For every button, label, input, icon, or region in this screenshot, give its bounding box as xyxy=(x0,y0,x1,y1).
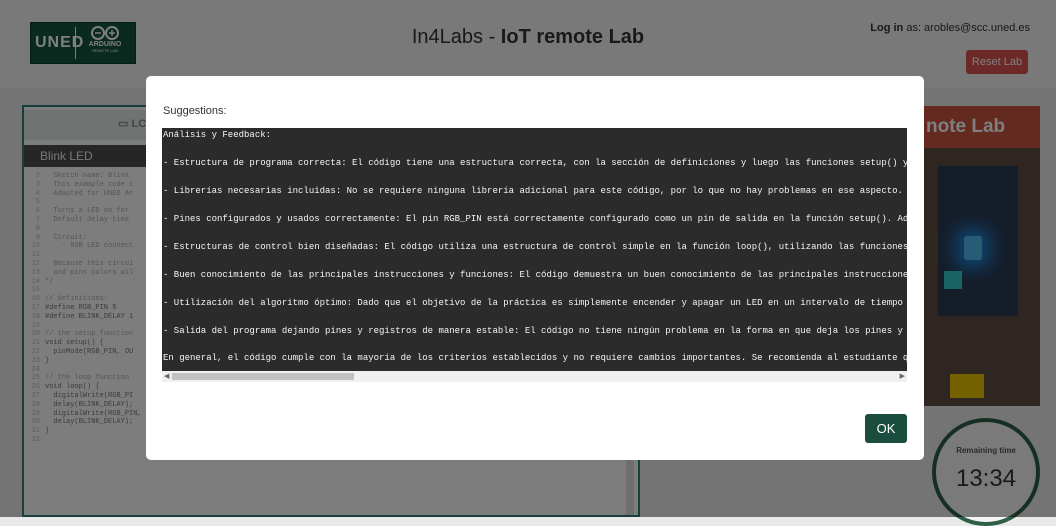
suggestions-output[interactable]: Análisis y Feedback: - Estructura de prog… xyxy=(162,128,907,382)
suggestion-line: - Pines configurados y usados correctame… xyxy=(163,214,907,224)
scrollbar-thumb[interactable] xyxy=(172,373,354,380)
suggestion-line: - Utilización del algoritmo óptimo: Dado… xyxy=(163,298,907,308)
ok-button[interactable]: OK xyxy=(865,414,907,443)
suggestion-line: - Estructura de programa correcta: El có… xyxy=(163,158,907,168)
suggestions-label: Suggestions: xyxy=(163,105,227,117)
horizontal-scrollbar[interactable]: ◀ ▶ xyxy=(162,371,907,382)
suggestion-line: - Salida del programa dejando pines y re… xyxy=(163,326,907,336)
suggestions-text: Análisis y Feedback: - Estructura de prog… xyxy=(162,128,907,372)
suggestions-modal: Suggestions: Análisis y Feedback: - Estru… xyxy=(146,76,924,460)
scroll-left-icon[interactable]: ◀ xyxy=(164,371,169,382)
suggestion-line: En general, el código cumple con la mayo… xyxy=(163,353,907,363)
suggestion-line: - Buen conocimiento de las principales i… xyxy=(163,270,907,280)
suggestion-line: - Estructuras de control bien diseñadas:… xyxy=(163,242,907,252)
scroll-right-icon[interactable]: ▶ xyxy=(900,371,905,382)
suggestion-line: - Librerías necesarias incluidas: No se … xyxy=(163,186,903,196)
suggestion-line: Análisis y Feedback: xyxy=(163,130,272,140)
